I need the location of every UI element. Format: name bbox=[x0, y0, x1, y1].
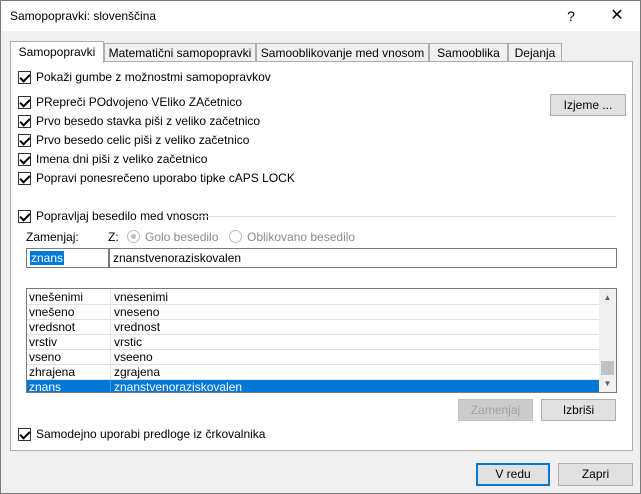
scroll-thumb[interactable] bbox=[601, 361, 614, 375]
list-item-from: zhrajena bbox=[29, 365, 76, 379]
formatted-text-radio[interactable] bbox=[229, 230, 242, 243]
list-item[interactable]: vnešenimi vnesenimi bbox=[27, 290, 600, 305]
list-item-from: vnešeno bbox=[29, 305, 75, 319]
list-item-to: vrstic bbox=[110, 335, 600, 350]
scroll-down-icon[interactable]: ▼ bbox=[599, 375, 616, 392]
checkbox-label: Imena dni piši z veliko začetnico bbox=[36, 152, 208, 166]
list-item[interactable]: vseno vseeno bbox=[27, 350, 600, 365]
tab-matematicni-samopopravki[interactable]: Matematični samopopravki bbox=[104, 43, 256, 62]
formatted-text-label: Oblikovano besedilo bbox=[247, 230, 356, 244]
list-item[interactable]: zhrajena zgrajena bbox=[27, 365, 600, 380]
with-label: Z: bbox=[108, 230, 119, 244]
checkbox-checked[interactable] bbox=[18, 134, 31, 147]
checkbox-label: Samodejno uporabi predloge iz črkovalnik… bbox=[36, 427, 266, 441]
exceptions-button[interactable]: Izjeme ... bbox=[550, 94, 626, 116]
tab-samooblikovanje[interactable]: Samooblikovanje med vnosom bbox=[256, 43, 429, 62]
list-item-from: znans bbox=[29, 380, 62, 393]
checkbox-checked[interactable] bbox=[18, 96, 31, 109]
list-item-from: vseno bbox=[29, 350, 62, 364]
checkbox-checked[interactable] bbox=[18, 210, 31, 223]
list-item[interactable]: vredsnot vrednost bbox=[27, 320, 600, 335]
with-input[interactable]: znanstvenoraziskovalen bbox=[109, 248, 617, 268]
delete-button[interactable]: Izbriši bbox=[541, 399, 616, 421]
replace-input[interactable]: znans bbox=[26, 248, 109, 268]
replace-button[interactable]: Zamenjaj bbox=[458, 399, 533, 421]
replace-input-value: znans bbox=[30, 251, 65, 265]
replace-label: Zamenjaj: bbox=[26, 230, 79, 244]
checkbox-checked[interactable] bbox=[18, 71, 31, 84]
autocorrect-list[interactable]: vnešenimi vnesenimi vnešeno vneseno vred… bbox=[26, 288, 617, 393]
plain-text-label: Golo besedilo bbox=[145, 230, 219, 244]
window-title: Samopopravki: slovenščina bbox=[10, 9, 157, 23]
help-icon[interactable]: ? bbox=[549, 1, 593, 31]
scroll-up-icon[interactable]: ▲ bbox=[599, 289, 616, 306]
list-item-to: vneseno bbox=[110, 305, 600, 320]
plain-text-radio[interactable] bbox=[127, 230, 140, 243]
checkbox-checked[interactable] bbox=[18, 172, 31, 185]
list-item-to: vnesenimi bbox=[110, 290, 600, 305]
checkbox-checked[interactable] bbox=[18, 115, 31, 128]
checkbox-label: Popravljaj besedilo med vnosom bbox=[36, 209, 209, 223]
autocorrect-dialog: Samopopravki: slovenščina ? ✕ Samopoprav… bbox=[0, 0, 641, 494]
checkbox-label: Popravi ponesrečeno uporabo tipke cAPS L… bbox=[36, 171, 295, 185]
group-separator bbox=[197, 216, 616, 217]
checkbox-label: Pokaži gumbe z možnostmi samopopravkov bbox=[36, 70, 271, 84]
tab-samooblika[interactable]: Samooblika bbox=[429, 43, 508, 62]
checkbox-label: Prvo besedo stavka piši z veliko začetni… bbox=[36, 114, 261, 128]
list-item-to: vseeno bbox=[110, 350, 600, 365]
list-item-to: vrednost bbox=[110, 320, 600, 335]
with-input-value: znanstvenoraziskovalen bbox=[113, 251, 242, 265]
ok-button[interactable]: V redu bbox=[476, 463, 550, 486]
checkbox-checked[interactable] bbox=[18, 153, 31, 166]
list-item[interactable]: vrstiv vrstic bbox=[27, 335, 600, 350]
tab-samopopravki[interactable]: Samopopravki bbox=[10, 41, 104, 63]
list-item-from: vnešenimi bbox=[29, 290, 84, 304]
tab-dejanja[interactable]: Dejanja bbox=[508, 43, 562, 62]
list-item[interactable]: vnešeno vneseno bbox=[27, 305, 600, 320]
close-icon[interactable]: ✕ bbox=[595, 1, 639, 31]
checkbox-label: Prvo besedo celic piši z veliko začetnic… bbox=[36, 133, 250, 147]
list-item-from: vrstiv bbox=[29, 335, 57, 349]
list-item-from: vredsnot bbox=[29, 320, 76, 334]
checkbox-checked[interactable] bbox=[18, 428, 31, 441]
list-item-to: zgrajena bbox=[110, 365, 600, 380]
checkbox-label: PRepreči POdvojeno VEliko ZAčetnico bbox=[36, 95, 243, 109]
list-item-to: znanstvenoraziskovalen bbox=[110, 380, 600, 392]
title-bar: Samopopravki: slovenščina ? ✕ bbox=[1, 1, 640, 31]
cancel-button[interactable]: Zapri bbox=[558, 463, 633, 486]
list-scrollbar[interactable]: ▲ ▼ bbox=[599, 289, 616, 392]
list-item-selected[interactable]: znans znanstvenoraziskovalen bbox=[27, 380, 600, 393]
